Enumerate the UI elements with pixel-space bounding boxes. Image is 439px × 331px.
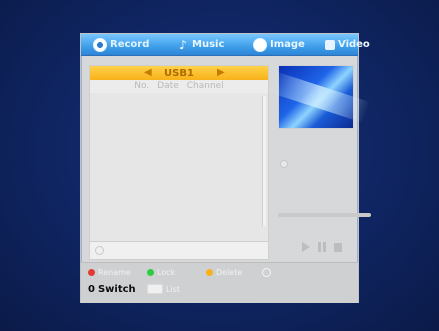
chevron-left-icon[interactable]: ◀ <box>144 66 152 80</box>
info-indicator-icon <box>280 160 288 168</box>
switch-key[interactable]: 0 Switch <box>88 284 136 295</box>
lock-key[interactable]: Lock <box>147 268 175 277</box>
tab-image-label: Image <box>270 39 305 50</box>
red-button-icon <box>88 269 95 276</box>
device-selector[interactable]: ◀ USB1 ▶ <box>90 66 268 80</box>
recording-list: ◀ USB1 ▶ No. Date Channel <box>89 65 269 259</box>
tab-music-label: Music <box>192 39 225 50</box>
pause-icon[interactable] <box>318 242 326 252</box>
chevron-right-icon[interactable]: ▶ <box>217 66 225 80</box>
rename-key[interactable]: Rename <box>88 268 131 277</box>
tab-music[interactable]: ♪ Music <box>177 36 224 53</box>
tv-screen: Record ♪ Music Image Video ◀ USB1 ▶ No. … <box>0 0 439 331</box>
delete-key[interactable]: Delete <box>206 268 242 277</box>
tab-video-label: Video <box>338 39 370 50</box>
search-icon <box>95 246 104 255</box>
yellow-button-icon <box>206 269 213 276</box>
media-tabs: Record ♪ Music Image Video <box>81 34 370 56</box>
preview-thumbnail <box>278 65 354 129</box>
list-header: No. Date Channel <box>90 80 268 93</box>
tab-video[interactable]: Video <box>325 36 370 53</box>
column-date: Date <box>157 81 179 91</box>
list-search-field[interactable] <box>89 241 269 260</box>
record-icon <box>93 37 107 52</box>
video-icon <box>325 39 335 50</box>
play-icon[interactable] <box>302 242 310 252</box>
media-player-panel: Record ♪ Music Image Video ◀ USB1 ▶ No. … <box>80 33 371 303</box>
delete-label: Delete <box>216 268 243 277</box>
rename-label: Rename <box>98 268 131 277</box>
info-key[interactable] <box>262 268 271 277</box>
playback-controls <box>302 242 342 252</box>
column-channel: Channel <box>186 81 224 91</box>
info-icon <box>262 268 271 277</box>
lock-label: Lock <box>157 268 176 277</box>
stop-icon[interactable] <box>334 242 342 252</box>
tab-record-label: Record <box>110 39 150 50</box>
switch-label: Switch <box>97 284 136 295</box>
column-no: No. <box>134 81 150 91</box>
list-button-icon <box>147 284 163 294</box>
green-button-icon <box>147 269 154 276</box>
device-label: USB1 <box>164 67 194 79</box>
zero-key-label: 0 <box>88 284 95 295</box>
list-label: List <box>166 284 180 294</box>
playback-progress-bar[interactable] <box>278 213 371 217</box>
list-key[interactable]: List <box>147 284 180 294</box>
image-icon <box>253 37 267 52</box>
list-scrollbar[interactable] <box>262 96 266 226</box>
tab-record[interactable]: Record <box>93 36 149 53</box>
tab-image[interactable]: Image <box>253 36 305 53</box>
music-note-icon: ♪ <box>179 37 187 52</box>
key-legend: Rename Lock Delete 0 Switch List <box>81 262 358 303</box>
